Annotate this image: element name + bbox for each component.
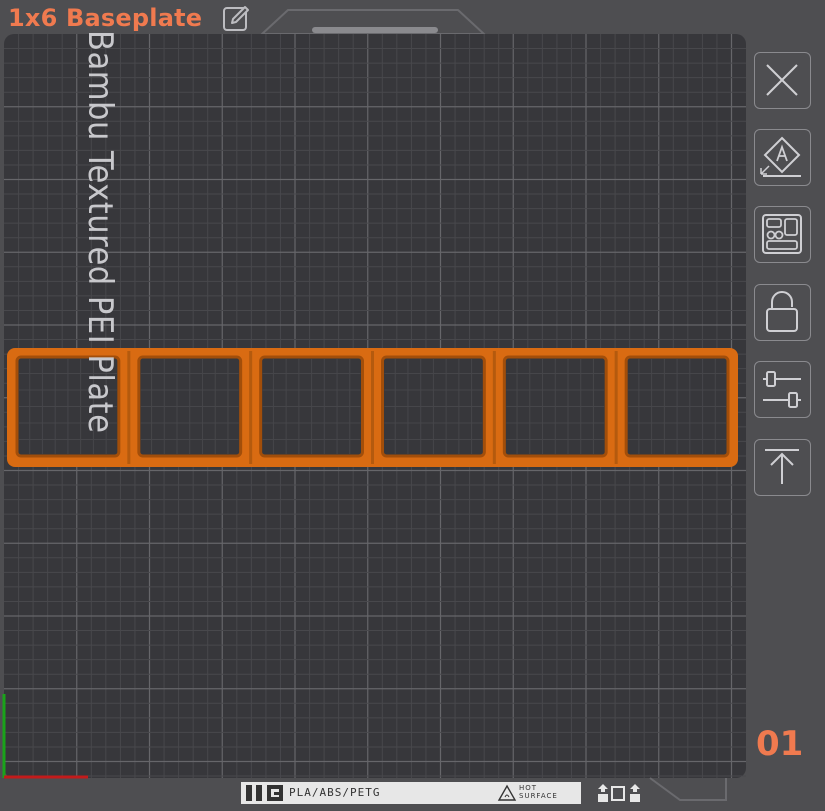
build-plate[interactable]: [0, 0, 825, 811]
filament-materials: PLA/ABS/PETG: [289, 786, 381, 799]
plate-top-slot: [312, 27, 438, 33]
arrange-icon: [762, 214, 802, 254]
hot-surface-line2: SURFACE: [519, 792, 558, 800]
close-icon: [766, 64, 798, 96]
arrange-button[interactable]: [754, 206, 811, 263]
sliders-icon: [763, 371, 801, 408]
plate-settings-button[interactable]: [754, 361, 811, 418]
edit-name-icon[interactable]: [220, 2, 252, 34]
close-button[interactable]: [754, 52, 811, 109]
hot-surface-warning-icon: [497, 784, 517, 801]
hot-surface-line1: HOT: [519, 784, 538, 792]
move-to-top-icon: [765, 449, 799, 484]
bed-type-label: Bambu Textured PEI Plate: [80, 30, 120, 434]
move-to-top-button[interactable]: [754, 439, 811, 496]
auto-orient-button[interactable]: [754, 129, 811, 186]
plate-view[interactable]: Bambu Textured PEI Plate 1x6 Baseplate 0…: [0, 0, 825, 811]
plate-side-icons: [598, 784, 640, 802]
auto-orient-icon: [760, 136, 801, 177]
plate-title: 1x6 Baseplate: [8, 4, 203, 32]
lock-icon: [766, 291, 798, 332]
plate-type-icons: [246, 785, 283, 801]
lock-button[interactable]: [754, 284, 811, 341]
filament-info-strip: PLA/ABS/PETG HOT SURFACE: [241, 782, 581, 804]
plate-bottom-notch: [649, 777, 727, 801]
plate-number: 01: [756, 724, 804, 764]
